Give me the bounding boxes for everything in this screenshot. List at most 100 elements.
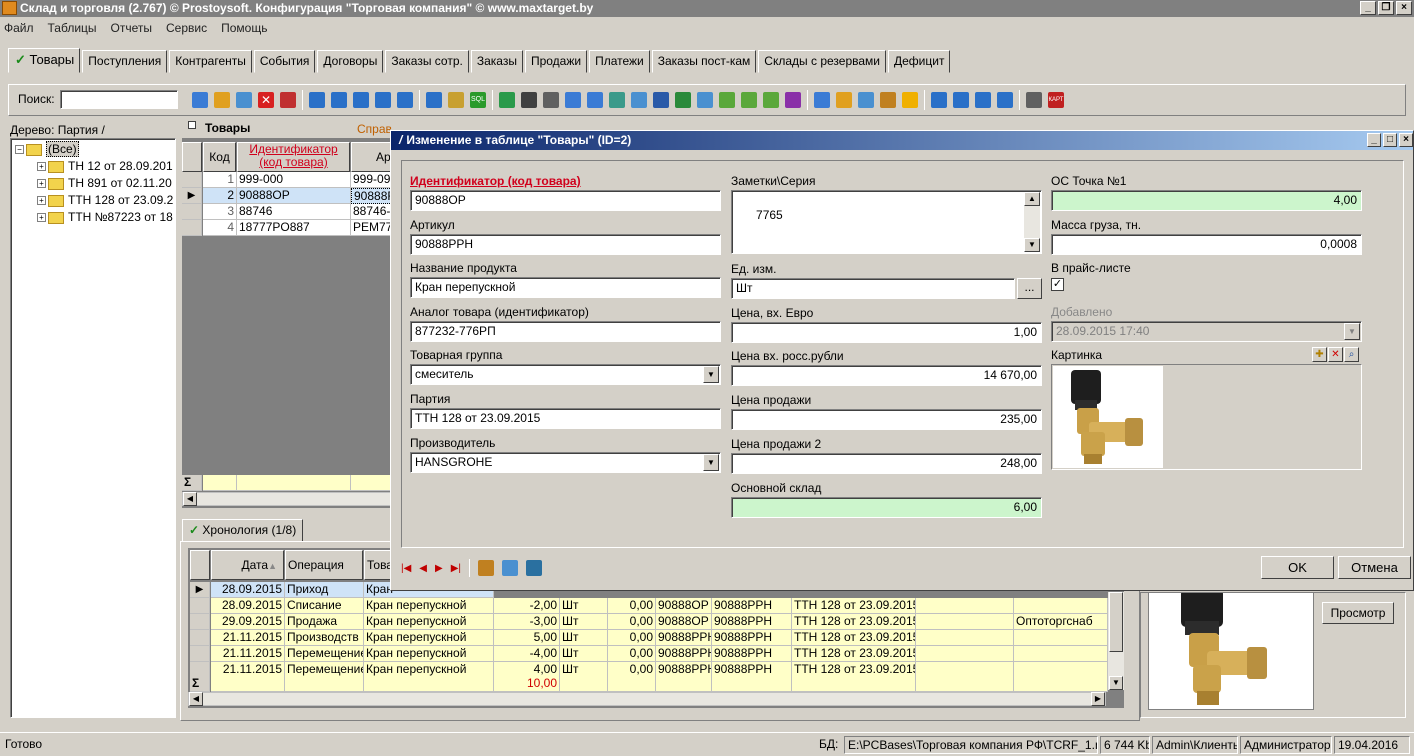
party-field[interactable]: ТТН 128 от 23.09.2015	[410, 408, 721, 429]
view-button[interactable]: Просмотр	[1322, 602, 1394, 624]
group-select[interactable]: смеситель ▼	[410, 364, 721, 385]
search-input[interactable]	[60, 90, 178, 109]
menu-reports[interactable]: Отчеты	[111, 18, 152, 38]
tab-orders[interactable]: Заказы	[470, 50, 523, 73]
price-rub-field[interactable]: 14 670,00	[731, 365, 1042, 386]
chart-icon[interactable]	[785, 92, 801, 108]
sale-price-field[interactable]: 235,00	[731, 409, 1042, 430]
new-record-icon[interactable]	[192, 92, 208, 108]
chevron-down-icon[interactable]: ▼	[703, 454, 719, 471]
document-icon[interactable]	[836, 92, 852, 108]
column-header-identifier[interactable]: Идентификатор (код товара)	[237, 142, 350, 172]
word-icon[interactable]	[653, 92, 669, 108]
column-header-article[interactable]: Ар	[351, 142, 392, 172]
column-header-code[interactable]: Код	[203, 142, 236, 172]
first-record-icon[interactable]: |◀	[401, 563, 411, 574]
tab-warehouses-reserves[interactable]: Склады с резервами	[758, 50, 886, 73]
report-icon[interactable]	[587, 92, 603, 108]
image-icon[interactable]	[526, 560, 542, 576]
add-picture-icon[interactable]: ✚	[1312, 347, 1327, 362]
xml-export-icon[interactable]	[719, 92, 735, 108]
main-warehouse-field[interactable]: 6,00	[731, 497, 1042, 518]
filter-edit-icon[interactable]	[375, 92, 391, 108]
remove-picture-icon[interactable]: ✕	[1328, 347, 1343, 362]
collapse-icon[interactable]: −	[15, 145, 24, 155]
next-record-icon[interactable]: ▶	[435, 563, 443, 574]
filter-remove-icon[interactable]	[353, 92, 369, 108]
menu-tables[interactable]: Таблицы	[48, 18, 97, 38]
tab-receipts[interactable]: Поступления	[82, 50, 168, 73]
scroll-up-icon[interactable]: ▲	[1024, 192, 1040, 206]
filter-add-icon[interactable]	[331, 92, 347, 108]
cancel-button[interactable]: Отмена	[1338, 556, 1411, 579]
csv-export-icon[interactable]	[741, 92, 757, 108]
tab-contracts[interactable]: Договоры	[317, 50, 384, 73]
expand-icon[interactable]: +	[37, 213, 46, 223]
menu-file[interactable]: Файл	[4, 18, 34, 38]
zoom-picture-icon[interactable]: ⌕	[1344, 347, 1359, 362]
edit-icon[interactable]	[214, 92, 230, 108]
table-row[interactable]: 1 999-000 999-09	[182, 172, 392, 188]
unit-field[interactable]: Шт	[731, 278, 1015, 299]
prev-record-icon[interactable]	[953, 92, 969, 108]
next-record-icon[interactable]	[975, 92, 991, 108]
table-row-selected[interactable]: ▶ 2 90888OP 90888F	[182, 188, 392, 204]
scroll-left-icon[interactable]: ◀	[189, 692, 203, 706]
article-field[interactable]: 90888PPH	[410, 234, 721, 255]
dialog-minimize-button[interactable]: _	[1367, 133, 1381, 147]
tree-item[interactable]: + ТН 12 от 28.09.201	[37, 158, 173, 175]
tab-payments[interactable]: Платежи	[589, 50, 650, 73]
import-icon[interactable]	[631, 92, 647, 108]
tab-supplier-orders[interactable]: Заказы пост-кам	[651, 50, 757, 73]
identifier-field[interactable]: 90888OP	[410, 190, 721, 211]
lookup-icon[interactable]	[478, 560, 494, 576]
reference-label[interactable]: Справ	[357, 122, 392, 136]
table-row[interactable]: 3 88746 88746-	[182, 204, 392, 220]
tab-chronology[interactable]: ✓ Хронология (1/8)	[182, 519, 304, 542]
sql-icon[interactable]: SQL	[470, 92, 486, 108]
copy-icon[interactable]	[236, 92, 252, 108]
last-record-icon[interactable]: ▶|	[451, 563, 461, 574]
notes-textarea[interactable]: 7765 ▲ ▼	[731, 190, 1042, 254]
dialog-close-button[interactable]: ×	[1399, 133, 1413, 147]
tab-employee-orders[interactable]: Заказы сотр.	[385, 50, 469, 73]
minimize-button[interactable]: _	[1360, 1, 1376, 15]
lightning-icon[interactable]	[902, 92, 918, 108]
vertical-scrollbar[interactable]: ▼	[1108, 592, 1124, 690]
expand-icon[interactable]: +	[37, 196, 46, 206]
unit-select-button[interactable]: ...	[1017, 278, 1042, 299]
menu-service[interactable]: Сервис	[166, 18, 207, 38]
html-export-icon[interactable]	[697, 92, 713, 108]
last-record-icon[interactable]	[997, 92, 1013, 108]
close-button[interactable]: ×	[1396, 1, 1412, 15]
sale-price2-field[interactable]: 248,00	[731, 453, 1042, 474]
ok-button[interactable]: OK	[1261, 556, 1334, 579]
tree-item[interactable]: + ТТН 128 от 23.09.2	[37, 192, 173, 209]
product-name-field[interactable]: Кран перепускной	[410, 277, 721, 298]
preview-icon[interactable]	[565, 92, 581, 108]
filter-icon[interactable]	[309, 92, 325, 108]
tree-icon[interactable]	[448, 92, 464, 108]
table-row[interactable]: 21.11.2015 Производств Кран перепускной 5,0…	[188, 630, 1108, 646]
menu-help[interactable]: Помощь	[221, 18, 267, 38]
filter-clear-icon[interactable]	[397, 92, 413, 108]
export-icon[interactable]	[609, 92, 625, 108]
notes-icon[interactable]	[502, 560, 518, 576]
tree-root[interactable]: − (Все)	[15, 141, 79, 158]
tab-sales[interactable]: Продажи	[524, 50, 588, 73]
expand-icon[interactable]: +	[37, 179, 46, 189]
horizontal-scrollbar[interactable]: ◀	[182, 492, 392, 506]
price-list-checkbox[interactable]: ✓	[1051, 278, 1064, 291]
tab-deficit[interactable]: Дефицит	[887, 50, 951, 73]
chevron-down-icon[interactable]: ▼	[703, 366, 719, 383]
notes-scrollbar[interactable]: ▲ ▼	[1024, 192, 1040, 252]
delete-list-icon[interactable]	[280, 92, 296, 108]
tab-goods[interactable]: ✓ Товары	[8, 48, 81, 73]
analog-field[interactable]: 877232-776PП	[410, 321, 721, 342]
prev-record-icon[interactable]: ◀	[419, 563, 427, 574]
first-record-icon[interactable]	[931, 92, 947, 108]
expand-icon[interactable]: +	[37, 162, 46, 172]
excel-icon[interactable]	[675, 92, 691, 108]
music-note-icon[interactable]	[814, 92, 830, 108]
scroll-right-icon[interactable]: ▶	[1091, 692, 1105, 706]
